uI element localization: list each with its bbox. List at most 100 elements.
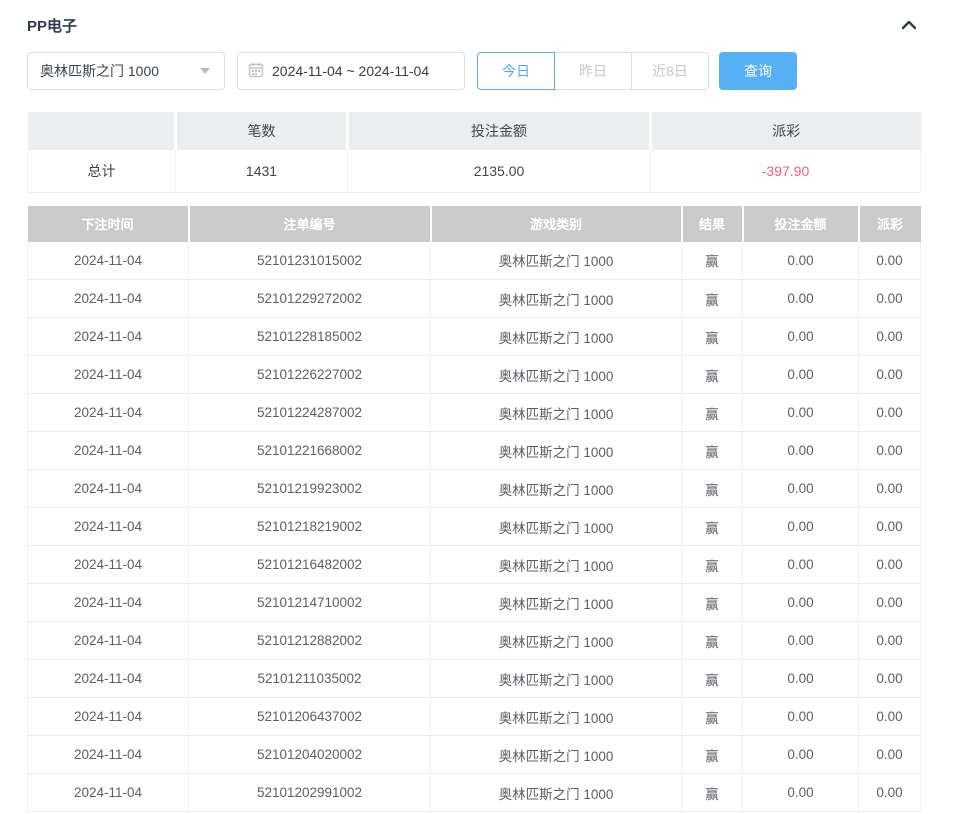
section-header: PP电子: [27, 0, 920, 38]
bet-time-cell: 2024-11-04: [28, 432, 189, 470]
payout-cell: 0.00: [859, 698, 921, 736]
bet-amount-cell: 0.00: [743, 736, 859, 774]
bet-id-cell: 52101228185002: [189, 318, 431, 356]
bet-time-cell: 2024-11-04: [28, 394, 189, 432]
bet-id-cell: 52101212882002: [189, 622, 431, 660]
payout-cell: 0.00: [859, 318, 921, 356]
bet-amount-cell: 0.00: [743, 280, 859, 318]
header-payout: 派彩: [859, 206, 921, 242]
bet-amount-cell: 0.00: [743, 508, 859, 546]
game-type-cell: 奥林匹斯之门 1000: [431, 432, 682, 470]
table-row: 2024-11-0452101228185002奥林匹斯之门 1000赢0.00…: [28, 318, 921, 356]
bets-table-body: 2024-11-0452101231015002奥林匹斯之门 1000赢0.00…: [28, 242, 921, 812]
game-select[interactable]: 奥林匹斯之门 1000: [27, 52, 225, 90]
bet-amount-cell: 0.00: [743, 698, 859, 736]
game-type-cell: 奥林匹斯之门 1000: [431, 318, 682, 356]
game-type-cell: 奥林匹斯之门 1000: [431, 774, 682, 812]
bet-time-cell: 2024-11-04: [28, 470, 189, 508]
payout-cell: 0.00: [859, 280, 921, 318]
payout-cell: 0.00: [859, 470, 921, 508]
summary-header-bet-amount: 投注金额: [348, 112, 651, 150]
game-type-cell: 奥林匹斯之门 1000: [431, 356, 682, 394]
last-8-days-button[interactable]: 近8日: [631, 52, 709, 90]
bet-amount-cell: 0.00: [743, 622, 859, 660]
summary-total-bet-amount: 2135.00: [348, 150, 651, 192]
result-cell: 赢: [682, 318, 743, 356]
bet-time-cell: 2024-11-04: [28, 318, 189, 356]
today-button[interactable]: 今日: [477, 52, 555, 90]
bet-time-cell: 2024-11-04: [28, 280, 189, 318]
table-row: 2024-11-0452101216482002奥林匹斯之门 1000赢0.00…: [28, 546, 921, 584]
bet-time-cell: 2024-11-04: [28, 546, 189, 584]
bet-time-cell: 2024-11-04: [28, 736, 189, 774]
payout-cell: 0.00: [859, 660, 921, 698]
game-type-cell: 奥林匹斯之门 1000: [431, 660, 682, 698]
game-type-cell: 奥林匹斯之门 1000: [431, 584, 682, 622]
game-type-cell: 奥林匹斯之门 1000: [431, 394, 682, 432]
yesterday-button[interactable]: 昨日: [554, 52, 632, 90]
bet-id-cell: 52101204020002: [189, 736, 431, 774]
bet-id-cell: 52101214710002: [189, 584, 431, 622]
table-row: 2024-11-0452101204020002奥林匹斯之门 1000赢0.00…: [28, 736, 921, 774]
bet-id-cell: 52101218219002: [189, 508, 431, 546]
bet-amount-cell: 0.00: [743, 660, 859, 698]
payout-cell: 0.00: [859, 432, 921, 470]
game-type-cell: 奥林匹斯之门 1000: [431, 242, 682, 280]
game-type-cell: 奥林匹斯之门 1000: [431, 736, 682, 774]
bet-amount-cell: 0.00: [743, 242, 859, 280]
result-cell: 赢: [682, 584, 743, 622]
bet-id-cell: 52101224287002: [189, 394, 431, 432]
game-type-cell: 奥林匹斯之门 1000: [431, 546, 682, 584]
summary-total-label: 总计: [28, 150, 176, 192]
table-row: 2024-11-0452101214710002奥林匹斯之门 1000赢0.00…: [28, 584, 921, 622]
game-select-value: 奥林匹斯之门 1000: [40, 61, 200, 81]
bet-amount-cell: 0.00: [743, 318, 859, 356]
table-row: 2024-11-0452101202991002奥林匹斯之门 1000赢0.00…: [28, 774, 921, 812]
payout-cell: 0.00: [859, 774, 921, 812]
filter-toolbar: 奥林匹斯之门 1000 2024-11-04 ~ 2024-11-04 今日 昨…: [27, 52, 920, 90]
summary-table: 笔数 投注金额 派彩 总计 1431 2135.00 -397.90: [27, 112, 921, 193]
payout-cell: 0.00: [859, 736, 921, 774]
payout-cell: 0.00: [859, 584, 921, 622]
bet-id-cell: 52101202991002: [189, 774, 431, 812]
table-row: 2024-11-0452101211035002奥林匹斯之门 1000赢0.00…: [28, 660, 921, 698]
payout-cell: 0.00: [859, 622, 921, 660]
bet-time-cell: 2024-11-04: [28, 698, 189, 736]
bet-amount-cell: 0.00: [743, 356, 859, 394]
result-cell: 赢: [682, 242, 743, 280]
result-cell: 赢: [682, 736, 743, 774]
bet-id-cell: 52101226227002: [189, 356, 431, 394]
bet-amount-cell: 0.00: [743, 546, 859, 584]
date-range-value: 2024-11-04 ~ 2024-11-04: [272, 63, 429, 79]
date-range-input[interactable]: 2024-11-04 ~ 2024-11-04: [237, 52, 465, 90]
bet-id-cell: 52101219923002: [189, 470, 431, 508]
chevron-up-icon: [901, 20, 917, 30]
bet-id-cell: 52101211035002: [189, 660, 431, 698]
bet-id-cell: 52101206437002: [189, 698, 431, 736]
bet-id-cell: 52101216482002: [189, 546, 431, 584]
bet-time-cell: 2024-11-04: [28, 584, 189, 622]
table-row: 2024-11-0452101226227002奥林匹斯之门 1000赢0.00…: [28, 356, 921, 394]
result-cell: 赢: [682, 774, 743, 812]
game-type-cell: 奥林匹斯之门 1000: [431, 470, 682, 508]
result-cell: 赢: [682, 470, 743, 508]
bet-amount-cell: 0.00: [743, 584, 859, 622]
result-cell: 赢: [682, 356, 743, 394]
table-row: 2024-11-0452101218219002奥林匹斯之门 1000赢0.00…: [28, 508, 921, 546]
table-row: 2024-11-0452101224287002奥林匹斯之门 1000赢0.00…: [28, 394, 921, 432]
bet-time-cell: 2024-11-04: [28, 242, 189, 280]
summary-total-payout: -397.90: [651, 150, 921, 192]
collapse-panel-button[interactable]: [898, 14, 920, 36]
table-row: 2024-11-0452101221668002奥林匹斯之门 1000赢0.00…: [28, 432, 921, 470]
result-cell: 赢: [682, 280, 743, 318]
table-row: 2024-11-0452101231015002奥林匹斯之门 1000赢0.00…: [28, 242, 921, 280]
payout-cell: 0.00: [859, 394, 921, 432]
table-row: 2024-11-0452101229272002奥林匹斯之门 1000赢0.00…: [28, 280, 921, 318]
bet-id-cell: 52101229272002: [189, 280, 431, 318]
summary-header-empty: [28, 112, 176, 150]
result-cell: 赢: [682, 660, 743, 698]
search-button[interactable]: 查询: [719, 52, 797, 90]
summary-total-row: 总计 1431 2135.00 -397.90: [28, 150, 921, 192]
quick-date-button-group: 今日 昨日 近8日: [477, 52, 709, 90]
bets-table: 下注时间 注单编号 游戏类别 结果 投注金额 派彩 2024-11-045210…: [27, 206, 921, 813]
